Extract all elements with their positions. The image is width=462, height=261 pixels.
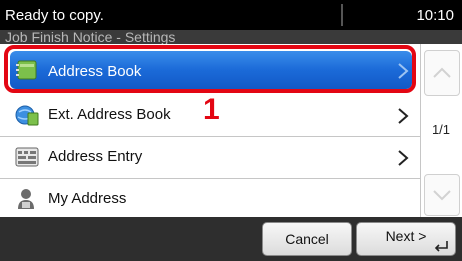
enter-icon	[434, 241, 448, 252]
status-bar: Ready to copy. 10:10	[0, 0, 462, 30]
status-message: Ready to copy.	[5, 7, 104, 24]
list-item-label: Address Entry	[48, 148, 143, 165]
chevron-up-icon	[433, 67, 451, 78]
page-indicator: 1/1	[431, 122, 451, 137]
ext-address-book-icon	[15, 105, 39, 126]
list-item-my-address[interactable]: My Address	[0, 179, 420, 220]
user-icon	[18, 189, 34, 209]
scroll-down-button[interactable]	[424, 174, 460, 216]
cancel-label: Cancel	[285, 231, 329, 247]
chevron-right-icon	[398, 108, 409, 124]
chevron-right-icon	[398, 150, 409, 166]
status-divider	[341, 4, 343, 26]
chevron-down-icon	[433, 190, 451, 201]
keyboard-icon	[15, 147, 39, 167]
cancel-button[interactable]: Cancel	[262, 222, 352, 256]
next-button[interactable]: Next >	[356, 222, 456, 256]
title-bar: Job Finish Notice - Settings	[0, 30, 462, 44]
status-time: 10:10	[416, 7, 454, 24]
highlight-frame	[4, 45, 416, 93]
callout-number: 1	[203, 93, 220, 126]
list-item-label: Ext. Address Book	[48, 106, 171, 123]
scroll-up-button[interactable]	[424, 50, 460, 96]
list-item-address-entry[interactable]: Address Entry	[0, 137, 420, 179]
list-item-label: My Address	[48, 190, 127, 207]
screen-title: Job Finish Notice - Settings	[5, 30, 176, 44]
